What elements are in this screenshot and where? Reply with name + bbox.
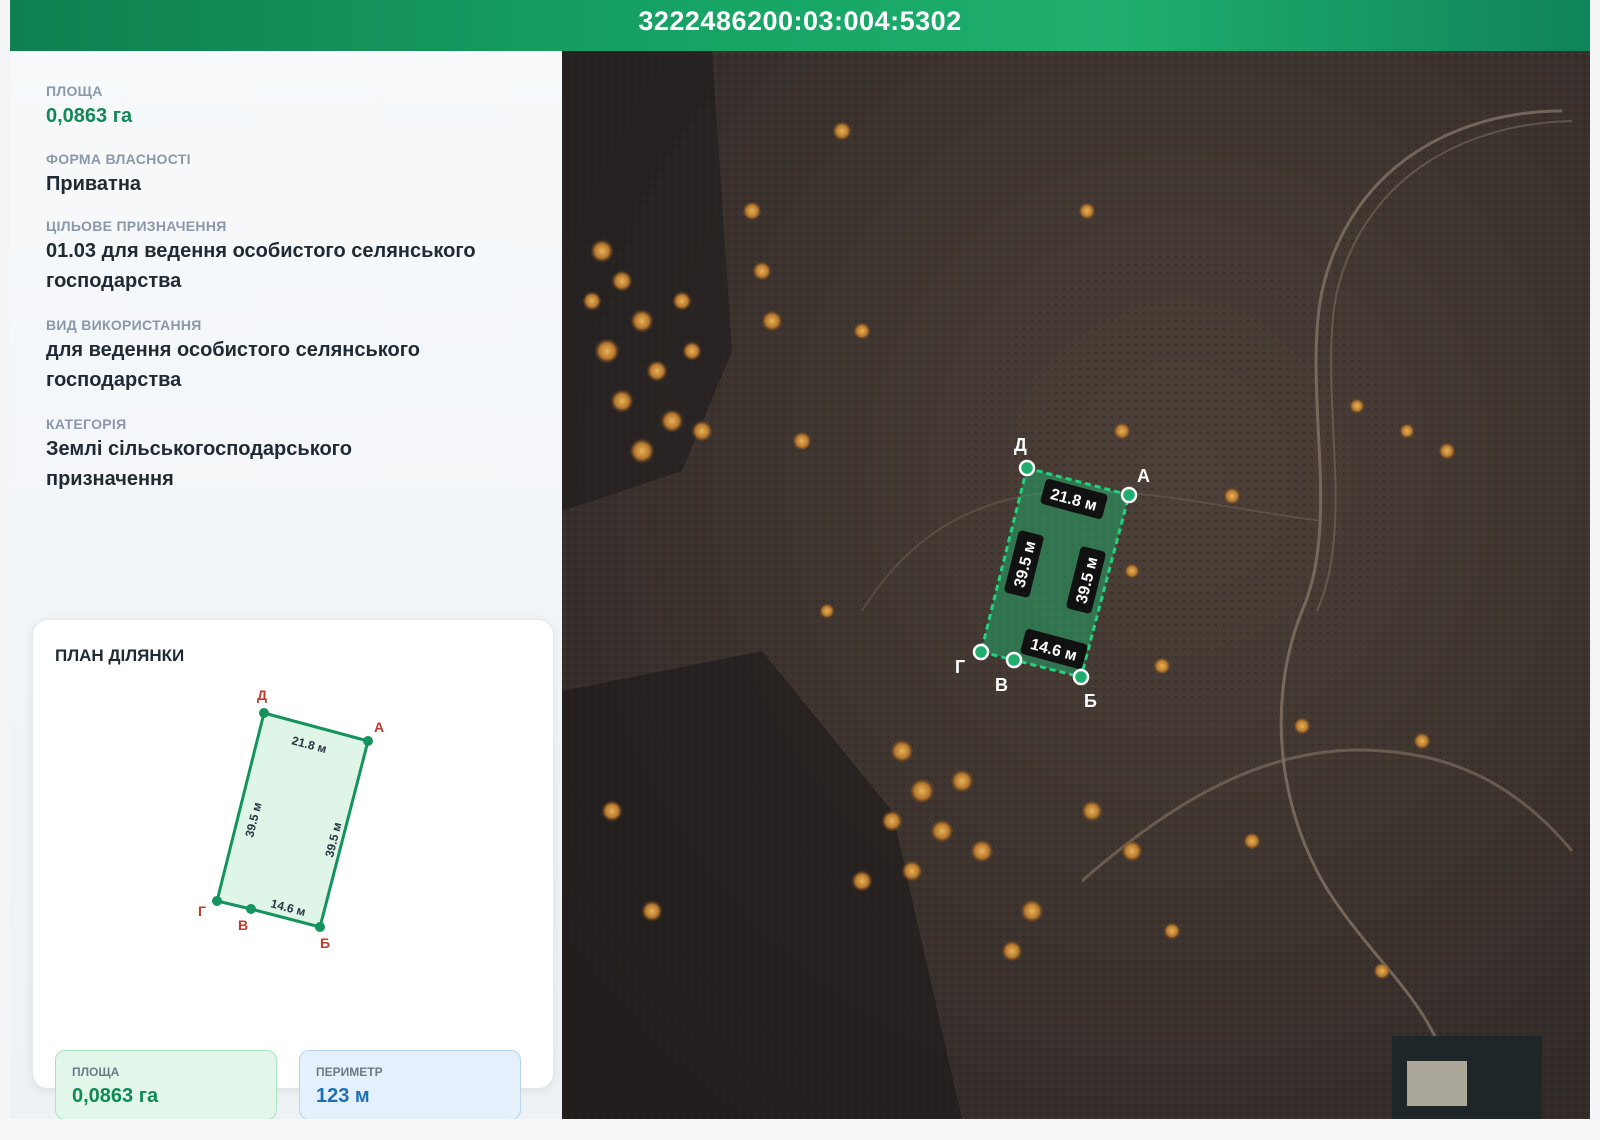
- plan-area-card: ПЛОЩА 0,0863 га: [55, 1050, 277, 1120]
- purpose-field: ЦІЛЬОВЕ ПРИЗНАЧЕННЯ 01.03 для ведення ос…: [46, 218, 536, 296]
- area-label: ПЛОЩА: [46, 83, 103, 99]
- ownership-value: Приватна: [46, 173, 142, 195]
- plan-vertex-label-d: Д: [257, 687, 267, 703]
- ownership-label: ФОРМА ВЛАСНОСТІ: [46, 151, 191, 167]
- plan-vertex-v: [246, 904, 256, 914]
- map-vertex-label-g: Г: [955, 657, 965, 677]
- plan-card: Д А Б В Г 21.8 м 39.5 м 39.5 м 14.6 м ПЛ…: [32, 619, 554, 1120]
- purpose-value: 01.03 для ведення особистого селянського…: [46, 240, 476, 292]
- cadastral-number: 3222486200:03:004:5302: [638, 6, 962, 36]
- plan-vertex-label-b: Б: [320, 935, 330, 951]
- plan-area-label: ПЛОЩА: [72, 1065, 120, 1079]
- map-vertex-b[interactable]: [1072, 668, 1090, 686]
- parcel-plan-diagram: Д А Б В Г 21.8 м 39.5 м 39.5 м 14.6 м: [198, 687, 384, 951]
- map-vertex-a[interactable]: [1120, 486, 1138, 504]
- building-roof: [1407, 1061, 1467, 1106]
- map-vertex-v[interactable]: [1005, 651, 1023, 669]
- map-vertex-g[interactable]: [972, 643, 990, 661]
- category-label: КАТЕГОРІЯ: [46, 416, 127, 432]
- map-vertex-d[interactable]: [1018, 459, 1036, 477]
- category-value: Землі сільськогосподарського призначення: [46, 438, 352, 490]
- plan-vertex-d: [259, 708, 269, 718]
- info-panel: ПЛОЩА 0,0863 га ФОРМА ВЛАСНОСТІ Приватна…: [10, 51, 562, 1120]
- plan-title: ПЛАН ДІЛЯНКИ: [55, 646, 185, 665]
- plan-vertex-label-g: Г: [198, 903, 206, 919]
- area-value: 0,0863 га: [46, 105, 133, 127]
- plan-vertex-label-v: В: [238, 917, 248, 933]
- map-vertex-label-v: В: [995, 675, 1008, 695]
- map-vertex-label-d: Д: [1014, 435, 1027, 455]
- plan-perimeter-card: ПЕРИМЕТР 123 м: [299, 1050, 521, 1120]
- category-field: КАТЕГОРІЯ Землі сільськогосподарського п…: [46, 416, 446, 494]
- ownership-field: ФОРМА ВЛАСНОСТІ Приватна: [46, 151, 536, 199]
- map-vertex-label-a: А: [1137, 466, 1150, 486]
- satellite-imagery: 21.8 м 39.5 м 39.5 м 14.6 м Д А Б В Г: [562, 51, 1590, 1119]
- footer-strip: [0, 1119, 1600, 1140]
- purpose-label: ЦІЛЬОВЕ ПРИЗНАЧЕННЯ: [46, 218, 227, 234]
- plan-perimeter-label: ПЕРИМЕТР: [316, 1065, 383, 1079]
- usage-label: ВИД ВИКОРИСТАННЯ: [46, 317, 202, 333]
- plan-area-value: 0,0863 га: [72, 1085, 159, 1107]
- satellite-map[interactable]: 21.8 м 39.5 м 39.5 м 14.6 м Д А Б В Г: [562, 51, 1590, 1119]
- plan-vertex-a: [363, 736, 373, 746]
- usage-field: ВИД ВИКОРИСТАННЯ для ведення особистого …: [46, 317, 536, 395]
- plan-vertex-label-a: А: [374, 719, 384, 735]
- area-field: ПЛОЩА 0,0863 га: [46, 83, 536, 131]
- map-vertex-label-b: Б: [1084, 691, 1097, 711]
- plan-vertex-b: [315, 922, 325, 932]
- page-header: 3222486200:03:004:5302: [10, 0, 1590, 51]
- plan-perimeter-value: 123 м: [316, 1085, 370, 1107]
- usage-value: для ведення особистого селянського госпо…: [46, 339, 421, 391]
- plan-vertex-g: [212, 896, 222, 906]
